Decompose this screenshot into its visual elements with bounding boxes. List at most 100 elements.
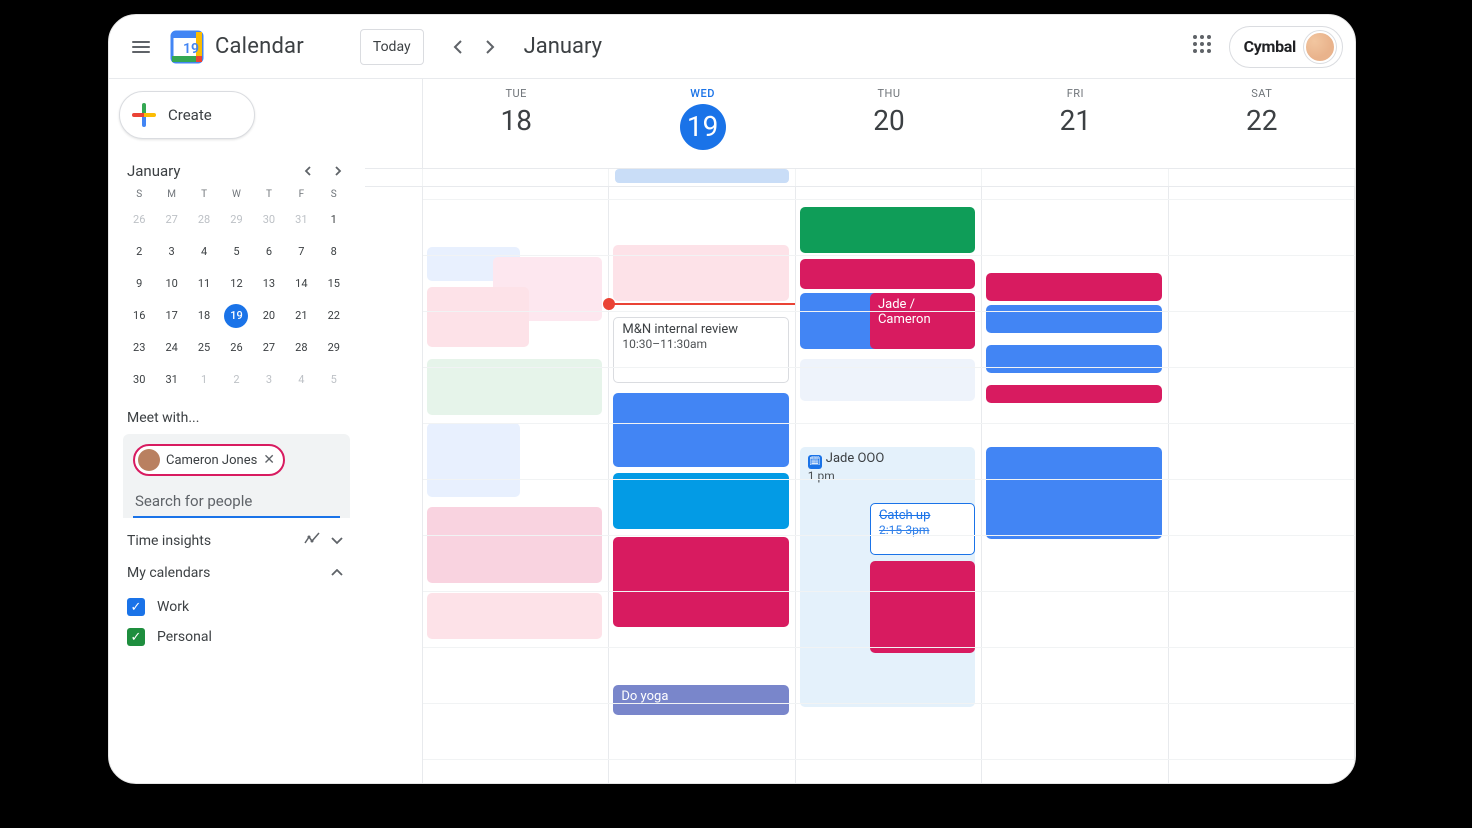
mini-day[interactable]: 11	[192, 272, 216, 296]
chevron-left-icon	[304, 166, 312, 176]
calendar-event[interactable]	[613, 393, 788, 467]
calendar-event[interactable]	[613, 473, 788, 529]
calendar-event[interactable]	[800, 207, 975, 253]
mini-day[interactable]: 15	[322, 272, 346, 296]
calendar-event[interactable]	[613, 245, 788, 301]
mini-day[interactable]: 17	[160, 304, 184, 328]
chevron-right-icon	[485, 40, 495, 54]
calendar-event[interactable]	[870, 561, 975, 653]
mini-day[interactable]: 18	[192, 304, 216, 328]
event-title: Do yoga	[621, 689, 668, 704]
hamburger-icon	[132, 41, 150, 53]
calendar-event[interactable]	[986, 273, 1161, 301]
mini-day[interactable]: 19	[224, 304, 248, 328]
mini-day[interactable]: 27	[160, 208, 184, 232]
calendar-event[interactable]: Catch up2:15-3pm	[870, 503, 975, 555]
mini-day[interactable]: 31	[160, 368, 184, 392]
day-header[interactable]: THU20	[796, 79, 982, 168]
day-header[interactable]: WED19	[609, 79, 795, 168]
mini-calendar[interactable]: SMTWTFS262728293031123456789101112131415…	[123, 189, 350, 392]
mini-day[interactable]: 20	[257, 304, 281, 328]
mini-next-month[interactable]	[326, 159, 350, 183]
account-switcher[interactable]: Cymbal	[1229, 26, 1343, 68]
dow-label: THU	[796, 87, 982, 100]
mini-day[interactable]: 28	[289, 336, 313, 360]
mini-day[interactable]: 30	[257, 208, 281, 232]
mini-day[interactable]: 22	[322, 304, 346, 328]
mini-day[interactable]: 4	[289, 368, 313, 392]
calendar-event[interactable]	[427, 423, 520, 497]
mini-day[interactable]: 5	[322, 368, 346, 392]
calendar-event[interactable]	[800, 359, 975, 401]
mini-day[interactable]: 9	[127, 272, 151, 296]
mini-day[interactable]: 26	[224, 336, 248, 360]
remove-chip-button[interactable]: ✕	[263, 452, 275, 468]
search-people-input[interactable]	[133, 486, 340, 518]
day-header[interactable]: SAT22	[1169, 79, 1355, 168]
mini-day[interactable]: 7	[289, 240, 313, 264]
mini-day[interactable]: 21	[289, 304, 313, 328]
mini-day[interactable]: 14	[289, 272, 313, 296]
create-button[interactable]: Create	[119, 91, 255, 139]
calendar-event[interactable]	[986, 305, 1161, 333]
mini-day[interactable]: 16	[127, 304, 151, 328]
allday-event[interactable]	[615, 169, 788, 183]
mini-day[interactable]: 1	[322, 208, 346, 232]
mini-day[interactable]: 13	[257, 272, 281, 296]
calendar-event[interactable]: Do yoga	[613, 685, 788, 715]
day-header[interactable]: TUE18	[423, 79, 609, 168]
sidebar: Create January SMTWTFS262728293031123456…	[109, 79, 365, 783]
current-time-indicator	[609, 303, 794, 305]
calendar-event[interactable]: Jade / Cameron	[870, 293, 975, 349]
my-calendars-row[interactable]: My calendars	[127, 564, 346, 582]
mini-day[interactable]: 2	[224, 368, 248, 392]
mini-day[interactable]: 2	[127, 240, 151, 264]
mini-prev-month[interactable]	[296, 159, 320, 183]
calendar-event[interactable]: M&N internal review10:30–11:30am	[613, 317, 788, 383]
mini-day[interactable]: 3	[160, 240, 184, 264]
calendar-toggle-personal[interactable]: ✓ Personal	[127, 622, 346, 652]
mini-day[interactable]: 27	[257, 336, 281, 360]
calendar-window: 19 Calendar Today January Cymbal	[108, 14, 1356, 784]
svg-text:19: 19	[183, 41, 199, 57]
calendar-event[interactable]	[613, 537, 788, 627]
mini-day[interactable]: 4	[192, 240, 216, 264]
mini-day[interactable]: 12	[224, 272, 248, 296]
mini-day[interactable]: 28	[192, 208, 216, 232]
dow-label: SAT	[1169, 87, 1355, 100]
calendar-event[interactable]	[427, 287, 529, 347]
next-period-button[interactable]	[474, 31, 506, 63]
mini-day[interactable]: 26	[127, 208, 151, 232]
mini-day[interactable]: 30	[127, 368, 151, 392]
calendar-toggle-work[interactable]: ✓ Work	[127, 592, 346, 622]
mini-day[interactable]: 10	[160, 272, 184, 296]
today-button[interactable]: Today	[360, 29, 424, 65]
calendar-event[interactable]	[427, 593, 602, 639]
mini-day[interactable]: 8	[322, 240, 346, 264]
mini-day[interactable]: 31	[289, 208, 313, 232]
mini-dow: W	[220, 189, 252, 200]
calendar-event[interactable]	[427, 507, 602, 583]
calendar-event[interactable]	[800, 259, 975, 289]
calendar-logo-icon: 19	[169, 29, 205, 65]
calendar-event[interactable]	[986, 447, 1161, 539]
mini-day[interactable]: 29	[224, 208, 248, 232]
mini-day[interactable]: 24	[160, 336, 184, 360]
person-chip[interactable]: Cameron Jones ✕	[133, 444, 285, 476]
mini-day[interactable]: 3	[257, 368, 281, 392]
calendar-event[interactable]	[986, 385, 1161, 403]
google-apps-button[interactable]	[1193, 35, 1217, 59]
mini-day[interactable]: 1	[192, 368, 216, 392]
prev-period-button[interactable]	[442, 31, 474, 63]
mini-day[interactable]: 29	[322, 336, 346, 360]
day-number: 21	[982, 104, 1168, 137]
main-menu-button[interactable]	[117, 23, 165, 71]
mini-day[interactable]: 25	[192, 336, 216, 360]
time-insights-row[interactable]: Time insights	[127, 532, 346, 550]
day-header[interactable]: FRI21	[982, 79, 1168, 168]
mini-day[interactable]: 23	[127, 336, 151, 360]
mini-day[interactable]: 6	[257, 240, 281, 264]
calendar-event[interactable]	[986, 345, 1161, 373]
calendar-grid[interactable]: TUE18WED19THU20FRI21SAT22 M&N internal r…	[365, 79, 1355, 783]
mini-day[interactable]: 5	[224, 240, 248, 264]
